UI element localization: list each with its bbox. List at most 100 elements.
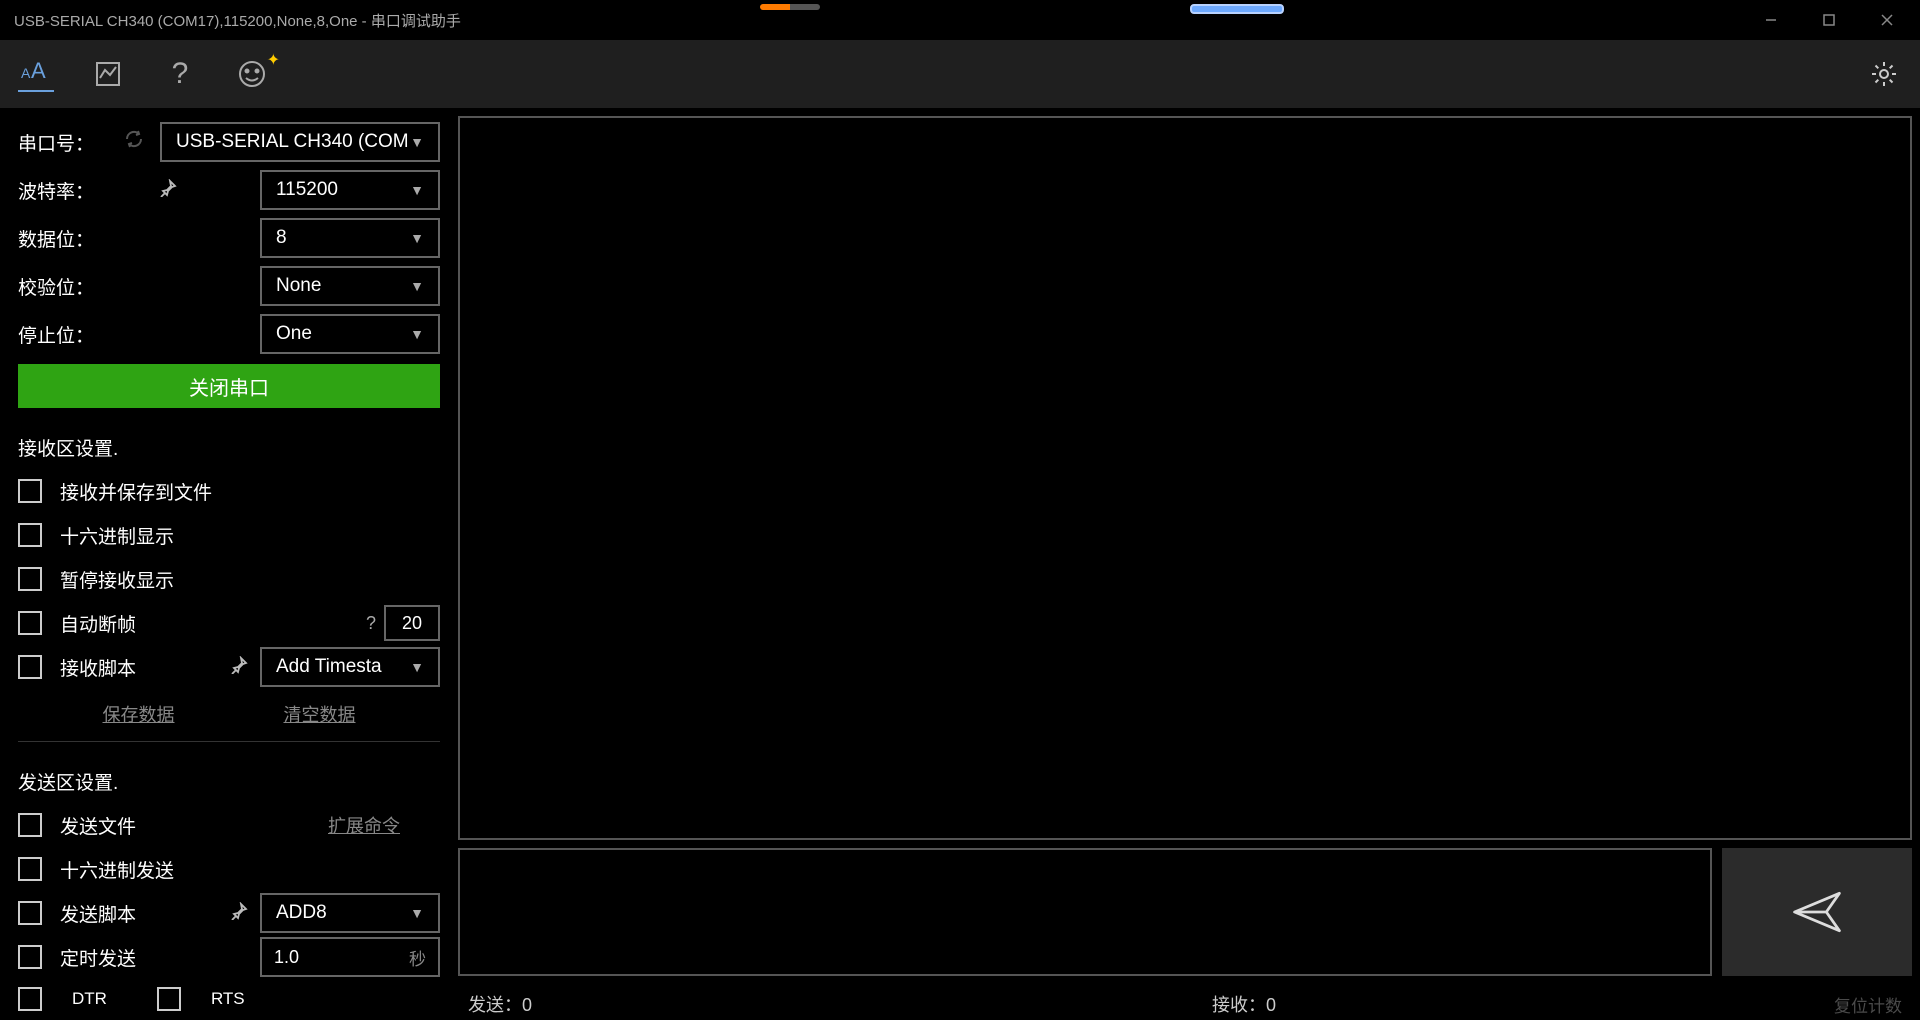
chart-tool-icon[interactable] [90, 56, 126, 92]
status-bar: 发送：0 接收：0 复位计数 [458, 984, 1912, 1020]
stopbits-label: 停止位： [18, 321, 128, 348]
font-tool-icon[interactable]: AA [18, 56, 54, 92]
parity-value: None [276, 275, 321, 297]
recv-script-value: Add Timesta [276, 656, 382, 678]
baud-row: 波特率： 115200 ▼ [18, 166, 440, 214]
hex-send-label: 十六进制发送 [60, 856, 174, 883]
recv-links: 保存数据 清空数据 [18, 701, 440, 727]
close-port-button[interactable]: 关闭串口 [18, 364, 440, 408]
databits-label: 数据位： [18, 225, 128, 252]
recv-script-row: 接收脚本 Add Timesta ▼ [18, 645, 440, 689]
parity-row: 校验位： None ▼ [18, 262, 440, 310]
dtr-rts-row: DTR RTS [18, 987, 440, 1011]
reset-count-link[interactable]: 复位计数 [1834, 992, 1902, 1017]
send-script-label: 发送脚本 [60, 900, 136, 927]
chevron-down-icon: ▼ [410, 278, 424, 294]
timed-send-checkbox[interactable] [18, 945, 42, 969]
minimize-button[interactable] [1742, 0, 1800, 40]
dtr-label: DTR [72, 989, 107, 1009]
close-button[interactable] [1858, 0, 1916, 40]
svg-text:A: A [31, 58, 46, 83]
databits-row: 数据位： 8 ▼ [18, 214, 440, 262]
baud-select[interactable]: 115200 ▼ [260, 170, 440, 210]
refresh-icon[interactable] [124, 129, 144, 155]
sparkle-icon: ✦ [267, 50, 280, 70]
pause-display-label: 暂停接收显示 [60, 566, 174, 593]
timer-value: 1.0 [274, 947, 299, 968]
timed-send-row: 定时发送 1.0 秒 [18, 935, 440, 979]
hex-display-row: 十六进制显示 [18, 513, 440, 557]
pin-icon[interactable] [159, 179, 177, 202]
pin-icon[interactable] [230, 656, 248, 679]
help-tool-icon[interactable]: ? [162, 56, 198, 92]
maximize-button[interactable] [1800, 0, 1858, 40]
databits-value: 8 [276, 227, 287, 249]
send-file-checkbox[interactable] [18, 813, 42, 837]
recv-section-title: 接收区设置. [18, 434, 440, 461]
auto-break-value-input[interactable] [384, 605, 440, 641]
send-script-checkbox[interactable] [18, 901, 42, 925]
databits-select[interactable]: 8 ▼ [260, 218, 440, 258]
pause-display-row: 暂停接收显示 [18, 557, 440, 601]
pin-icon[interactable] [230, 902, 248, 925]
send-file-row: 发送文件 扩展命令 [18, 803, 440, 847]
top-pill-indicator-icon [1190, 4, 1284, 14]
stopbits-value: One [276, 323, 312, 345]
send-input[interactable] [458, 848, 1712, 976]
hex-display-checkbox[interactable] [18, 523, 42, 547]
recv-script-select[interactable]: Add Timesta ▼ [260, 647, 440, 687]
send-script-row: 发送脚本 ADD8 ▼ [18, 891, 440, 935]
chevron-down-icon: ▼ [410, 134, 424, 150]
hex-send-checkbox[interactable] [18, 857, 42, 881]
send-row [458, 848, 1912, 976]
parity-select[interactable]: None ▼ [260, 266, 440, 306]
dtr-checkbox[interactable] [18, 987, 42, 1011]
stopbits-row: 停止位： One ▼ [18, 310, 440, 358]
recv-script-label: 接收脚本 [60, 654, 136, 681]
recv-script-checkbox[interactable] [18, 655, 42, 679]
send-script-value: ADD8 [276, 902, 327, 924]
recv-save-file-row: 接收并保存到文件 [18, 469, 440, 513]
record-indicator-icon [760, 4, 820, 10]
send-file-label: 发送文件 [60, 812, 136, 839]
auto-break-help-icon[interactable]: ? [366, 613, 376, 634]
send-script-select[interactable]: ADD8 ▼ [260, 893, 440, 933]
window-controls [1742, 0, 1916, 40]
recv-save-file-checkbox[interactable] [18, 479, 42, 503]
clear-data-link[interactable]: 清空数据 [284, 701, 356, 727]
port-row: 串口号： USB-SERIAL CH340 (COM ▼ [18, 118, 440, 166]
timed-send-label: 定时发送 [60, 944, 136, 971]
ext-cmd-link[interactable]: 扩展命令 [328, 812, 400, 838]
receive-panel[interactable] [458, 116, 1912, 840]
content-area: 发送：0 接收：0 复位计数 [458, 108, 1920, 1020]
settings-icon[interactable] [1866, 56, 1902, 92]
port-label: 串口号： [18, 129, 124, 156]
port-value: USB-SERIAL CH340 (COM [176, 131, 409, 153]
baud-label: 波特率： [18, 177, 128, 204]
baud-value: 115200 [276, 179, 338, 201]
smiley-tool-icon[interactable]: ✦ [234, 56, 270, 92]
hex-display-label: 十六进制显示 [60, 522, 174, 549]
sidebar: 串口号： USB-SERIAL CH340 (COM ▼ 波特率： 115200… [0, 108, 458, 1020]
auto-break-checkbox[interactable] [18, 611, 42, 635]
chevron-down-icon: ▼ [410, 230, 424, 246]
pause-display-checkbox[interactable] [18, 567, 42, 591]
port-select[interactable]: USB-SERIAL CH340 (COM ▼ [160, 122, 440, 162]
chevron-down-icon: ▼ [410, 182, 424, 198]
stopbits-select[interactable]: One ▼ [260, 314, 440, 354]
titlebar: USB-SERIAL CH340 (COM17),115200,None,8,O… [0, 0, 1920, 40]
save-data-link[interactable]: 保存数据 [103, 701, 175, 727]
auto-break-label: 自动断帧 [60, 610, 136, 637]
main-area: 串口号： USB-SERIAL CH340 (COM ▼ 波特率： 115200… [0, 108, 1920, 1020]
rts-checkbox[interactable] [157, 987, 181, 1011]
send-section-title: 发送区设置. [18, 768, 440, 795]
send-count-label: 发送：0 [468, 991, 532, 1017]
rts-label: RTS [211, 989, 245, 1009]
timer-input[interactable]: 1.0 秒 [260, 937, 440, 977]
timer-unit: 秒 [409, 945, 426, 970]
window-title: USB-SERIAL CH340 (COM17),115200,None,8,O… [14, 10, 461, 31]
auto-break-row: 自动断帧 ? [18, 601, 440, 645]
toolbar: AA ? ✦ [0, 40, 1920, 108]
recv-save-file-label: 接收并保存到文件 [60, 478, 212, 505]
send-button[interactable] [1722, 848, 1912, 976]
